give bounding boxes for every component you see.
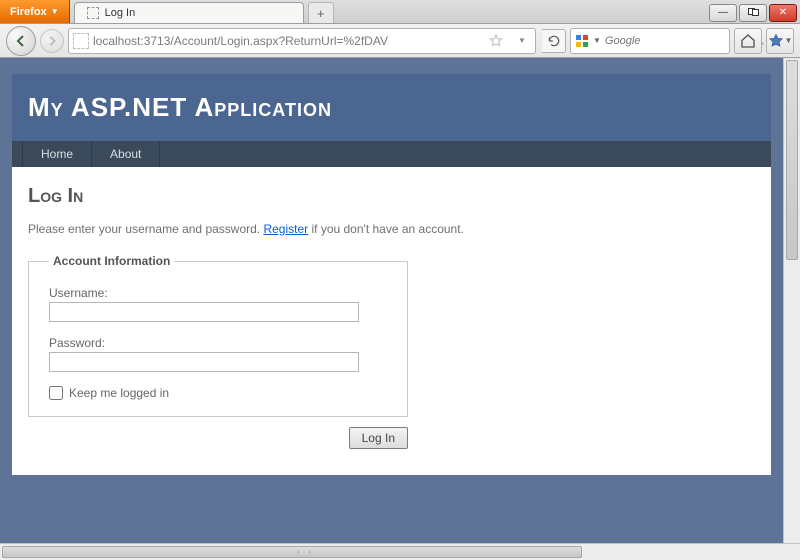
url-bar[interactable]: ▼ (68, 28, 536, 54)
firefox-menu-label: Firefox (10, 6, 47, 18)
bookmarks-button[interactable]: ▼ (766, 28, 794, 54)
back-button[interactable] (6, 26, 36, 56)
window-restore-button[interactable] (739, 4, 767, 22)
page-scroll-area[interactable]: My ASP.NET Application Home About Log In… (0, 58, 783, 543)
window-minimize-button[interactable]: — (709, 4, 737, 22)
search-engine-dropdown[interactable]: ▼ (593, 36, 601, 45)
page-body: My ASP.NET Application Home About Log In… (12, 74, 771, 475)
star-icon (489, 34, 503, 48)
url-dropdown-button[interactable]: ▼ (511, 30, 533, 52)
chevron-down-icon: ▼ (51, 7, 59, 16)
submit-row: Log In (28, 427, 408, 449)
register-link[interactable]: Register (263, 222, 308, 236)
reload-icon (547, 34, 561, 48)
google-engine-icon[interactable] (575, 34, 589, 48)
chevron-down-icon: ▼ (785, 36, 793, 45)
intro-post: if you don't have an account. (308, 222, 464, 236)
viewport: My ASP.NET Application Home About Log In… (0, 58, 800, 543)
home-icon (740, 33, 756, 49)
minimize-icon: — (718, 7, 728, 18)
main-content: Log In Please enter your username and pa… (12, 167, 771, 475)
search-input[interactable] (605, 35, 748, 47)
site-menubar: Home About (12, 141, 771, 167)
vertical-scrollbar[interactable] (783, 58, 800, 543)
site-banner: My ASP.NET Application (12, 74, 771, 141)
restore-icon (752, 9, 759, 16)
fieldset-legend: Account Information (49, 254, 174, 268)
forward-button (40, 29, 64, 53)
new-tab-button[interactable]: + (308, 2, 334, 23)
horizontal-scrollbar-thumb[interactable] (2, 546, 582, 558)
google-icon (575, 34, 589, 48)
intro-text: Please enter your username and password.… (28, 222, 755, 236)
nav-about[interactable]: About (92, 141, 160, 167)
tabstrip-spacer (334, 0, 706, 23)
window-close-button[interactable]: ✕ (769, 4, 797, 22)
tab-title: Log In (105, 7, 136, 19)
keep-logged-in-row: Keep me logged in (49, 386, 387, 400)
browser-tab-active[interactable]: Log In (74, 2, 304, 23)
bookmark-star-button[interactable] (485, 30, 507, 52)
url-input[interactable] (93, 34, 483, 48)
scrollbar-grip-icon (298, 551, 310, 553)
site-identity-icon[interactable] (73, 33, 89, 49)
page-favicon (87, 7, 99, 19)
bookmark-star-icon (768, 33, 784, 49)
keep-logged-in-checkbox[interactable] (49, 386, 63, 400)
username-input[interactable] (49, 302, 359, 322)
username-field-row: Username: (49, 286, 387, 322)
search-bar[interactable]: ▼ (570, 28, 730, 54)
window-controls: — ✕ (706, 0, 800, 23)
password-input[interactable] (49, 352, 359, 372)
site-title: My ASP.NET Application (28, 92, 755, 123)
firefox-menu-button[interactable]: Firefox ▼ (0, 0, 70, 23)
password-field-row: Password: (49, 336, 387, 372)
password-label: Password: (49, 336, 387, 350)
login-button[interactable]: Log In (349, 427, 408, 449)
close-icon: ✕ (779, 7, 787, 18)
page-heading: Log In (28, 185, 755, 208)
chevron-down-icon: ▼ (518, 36, 526, 45)
reload-button[interactable] (542, 29, 566, 53)
tab-strip: Firefox ▼ Log In + — ✕ (0, 0, 800, 24)
vertical-scrollbar-thumb[interactable] (786, 60, 798, 260)
home-button[interactable] (734, 28, 762, 54)
plus-icon: + (317, 6, 325, 21)
browser-chrome: Firefox ▼ Log In + — ✕ (0, 0, 800, 58)
arrow-right-icon (46, 35, 58, 47)
intro-pre: Please enter your username and password. (28, 222, 263, 236)
nav-home[interactable]: Home (22, 141, 92, 167)
username-label: Username: (49, 286, 387, 300)
keep-logged-in-label: Keep me logged in (69, 386, 169, 400)
arrow-left-icon (14, 34, 28, 48)
account-info-fieldset: Account Information Username: Password: … (28, 254, 408, 417)
horizontal-scrollbar[interactable] (0, 543, 800, 560)
nav-toolbar: ▼ ▼ ▼ (0, 24, 800, 58)
